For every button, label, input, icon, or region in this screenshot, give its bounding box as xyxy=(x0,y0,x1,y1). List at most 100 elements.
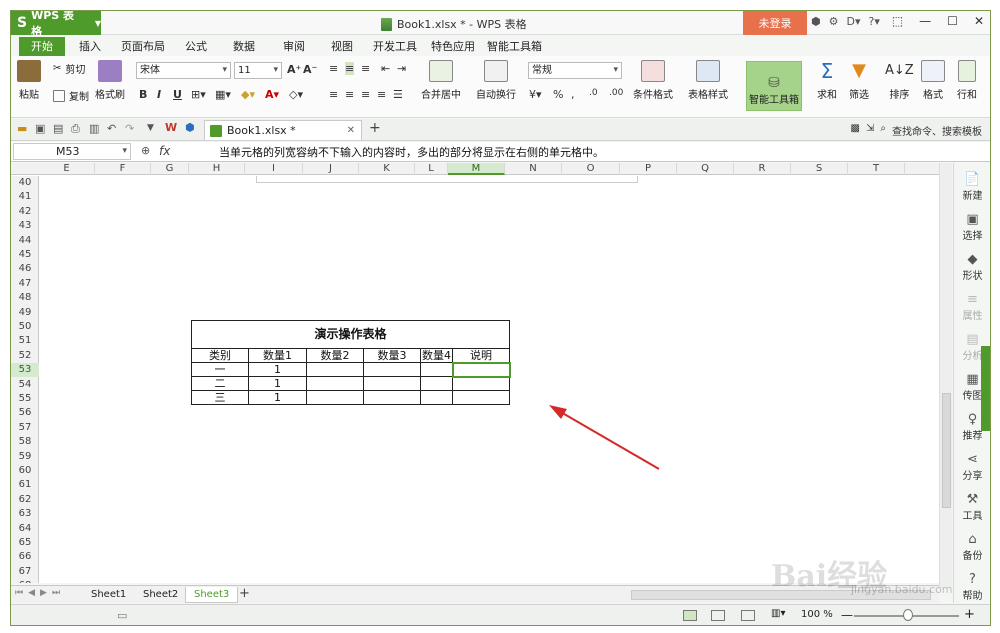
tab-smart-tools[interactable]: 智能工具箱 xyxy=(487,38,542,54)
sidebar-item-10[interactable]: ? 帮助 xyxy=(954,573,990,603)
sheet-tab-3[interactable]: Sheet3 xyxy=(185,587,239,603)
font-size-select[interactable]: 11 xyxy=(234,62,282,79)
restore-ribbon-icon[interactable]: ⬚ xyxy=(892,14,903,28)
screen-icon[interactable]: ▩ xyxy=(851,123,860,138)
customize-dropdown-icon[interactable]: ▼ xyxy=(147,123,154,133)
export-icon[interactable]: ▥ xyxy=(89,122,99,135)
print-preview-icon[interactable]: ▤ xyxy=(53,122,63,135)
redo-icon[interactable]: ↷ xyxy=(125,122,134,135)
merge-center-button[interactable]: 合并居中 xyxy=(421,60,461,101)
sidebar-item-9[interactable]: ⌂ 备份 xyxy=(954,533,990,563)
sheet-nav-icon[interactable]: ⏮◀▶⏭ xyxy=(15,588,65,598)
minimize-button[interactable]: — xyxy=(919,14,931,28)
formula-input[interactable]: 当单元格的列宽容纳不下输入的内容时，多出的部分将显示在右侧的单元格中。 xyxy=(219,144,604,160)
align-left-icon[interactable]: ≡ xyxy=(329,88,338,101)
sheet-grid[interactable]: EFGHIJKLMNOPQRST 40 41 42 43 44 45 46 47 48 49 50 5… xyxy=(11,163,939,583)
copy-button[interactable]: 复制 xyxy=(53,88,89,103)
tab-developer[interactable]: 开发工具 xyxy=(373,38,417,54)
smart-tools-button[interactable]: ⛁ 智能工具箱 xyxy=(746,61,802,111)
app-menu-button[interactable]: S WPS 表格 ▼ xyxy=(11,11,101,38)
add-sheet-icon[interactable]: + xyxy=(239,586,250,601)
underline-button[interactable]: U xyxy=(173,88,182,101)
sidebar-item-3[interactable]: ≡ 属性 xyxy=(954,293,990,323)
shrink-font-icon[interactable]: A⁻ xyxy=(303,63,317,76)
sidebar-item-8[interactable]: ⚒ 工具 xyxy=(954,493,990,523)
format-painter-button[interactable]: 格式刷 xyxy=(95,60,125,101)
tab-features[interactable]: 特色应用 xyxy=(431,38,475,54)
align-right-icon[interactable]: ≡ xyxy=(361,88,370,101)
tab-page-layout[interactable]: 页面布局 xyxy=(121,38,165,54)
zoom-search-icon[interactable]: ⊕ xyxy=(141,144,150,157)
login-button[interactable]: 未登录 xyxy=(743,11,807,35)
fx-icon[interactable]: fx xyxy=(159,144,170,158)
filter-button[interactable]: ▼ 筛选 xyxy=(849,60,869,101)
table-style-button[interactable]: 表格样式 xyxy=(688,60,728,101)
format-button[interactable]: 格式 xyxy=(921,60,945,101)
vertical-scrollbar[interactable] xyxy=(939,163,952,588)
doc-menu-icon[interactable]: D▾ xyxy=(846,15,860,28)
document-tab[interactable]: Book1.xlsx * ✕ xyxy=(204,120,362,140)
clear-format-icon[interactable]: ◇▾ xyxy=(289,88,303,101)
tab-formulas[interactable]: 公式 xyxy=(185,38,207,54)
font-color-icon[interactable]: A▾ xyxy=(265,88,279,101)
sheet-tab-1[interactable]: Sheet1 xyxy=(83,587,134,603)
indent-increase-icon[interactable]: ⇥ xyxy=(397,62,406,75)
currency-icon[interactable]: ¥▾ xyxy=(529,88,542,101)
print-icon[interactable]: ⎙ xyxy=(71,122,80,136)
page-break-view-icon[interactable] xyxy=(711,610,725,621)
align-bottom-icon[interactable]: ≡ xyxy=(361,62,370,75)
number-format-select[interactable]: 常规 xyxy=(528,62,622,79)
sum-button[interactable]: Σ 求和 xyxy=(817,60,837,101)
normal-view-icon[interactable] xyxy=(683,610,697,621)
sidebar-item-2[interactable]: ◆ 形状 xyxy=(954,253,990,283)
skin-icon[interactable]: ⬢ xyxy=(811,15,821,28)
comma-icon[interactable]: , xyxy=(571,88,575,101)
bold-button[interactable]: B xyxy=(139,88,147,101)
close-tab-icon[interactable]: ✕ xyxy=(347,125,355,136)
close-button[interactable]: ✕ xyxy=(974,14,984,28)
reading-mode-icon[interactable]: ▥▾ xyxy=(771,608,785,619)
fill-grid-icon[interactable]: ▦▾ xyxy=(215,88,231,101)
cut-button[interactable]: ✂ 剪切 xyxy=(53,61,85,76)
settings-icon[interactable]: ⚙ xyxy=(829,15,839,28)
scroll-thumb[interactable] xyxy=(942,393,951,508)
increase-decimal-icon[interactable]: .0 xyxy=(589,88,598,98)
page-layout-view-icon[interactable] xyxy=(741,610,755,621)
name-box[interactable]: M53 xyxy=(13,143,131,160)
zoom-in-button[interactable]: + xyxy=(964,607,975,622)
paste-button[interactable]: 粘贴 xyxy=(17,60,41,101)
new-tab-icon[interactable]: + xyxy=(369,120,381,136)
undo-icon[interactable]: ↶ xyxy=(107,122,116,135)
sort-button[interactable]: A↓Z 排序 xyxy=(885,60,914,101)
conditional-format-button[interactable]: 条件格式 xyxy=(633,60,673,101)
wrap-text-button[interactable]: 自动换行 xyxy=(476,60,516,101)
italic-button[interactable]: I xyxy=(157,88,161,101)
sidebar-item-0[interactable]: 📄 新建 xyxy=(954,173,990,203)
zoom-slider-thumb[interactable] xyxy=(903,609,913,621)
font-name-select[interactable]: 宋体 xyxy=(136,62,231,79)
maximize-button[interactable]: ☐ xyxy=(947,14,958,28)
border-icon[interactable]: ⊞▾ xyxy=(191,88,206,101)
sidebar-toggle[interactable] xyxy=(981,346,990,431)
tab-review[interactable]: 审阅 xyxy=(283,38,305,54)
distribute-icon[interactable]: ☰ xyxy=(393,88,403,101)
percent-icon[interactable]: % xyxy=(553,88,563,101)
tab-view[interactable]: 视图 xyxy=(331,38,353,54)
align-middle-icon[interactable]: ≡ xyxy=(345,62,355,75)
sheet-tab-2[interactable]: Sheet2 xyxy=(135,587,186,603)
search-commands-input[interactable]: 查找命令、搜索模板 xyxy=(892,123,982,138)
zoom-out-button[interactable]: — xyxy=(841,608,853,622)
grow-font-icon[interactable]: A⁺ xyxy=(287,63,301,76)
cloud-docs-icon[interactable]: ⬢ xyxy=(185,121,195,134)
pin-icon[interactable]: ⇲ xyxy=(866,123,874,138)
indent-decrease-icon[interactable]: ⇤ xyxy=(381,62,390,75)
tab-home[interactable]: 开始 xyxy=(19,37,65,56)
align-center-icon[interactable]: ≡ xyxy=(345,88,354,101)
sidebar-item-7[interactable]: ⋖ 分享 xyxy=(954,453,990,483)
save-icon[interactable]: ▣ xyxy=(35,122,45,135)
help-icon[interactable]: ?▾ xyxy=(868,15,879,28)
justify-icon[interactable]: ≡ xyxy=(377,88,386,101)
sidebar-item-1[interactable]: ▣ 选择 xyxy=(954,213,990,243)
align-top-icon[interactable]: ≡ xyxy=(329,62,338,75)
rows-cols-button[interactable]: 行和 xyxy=(957,60,977,101)
